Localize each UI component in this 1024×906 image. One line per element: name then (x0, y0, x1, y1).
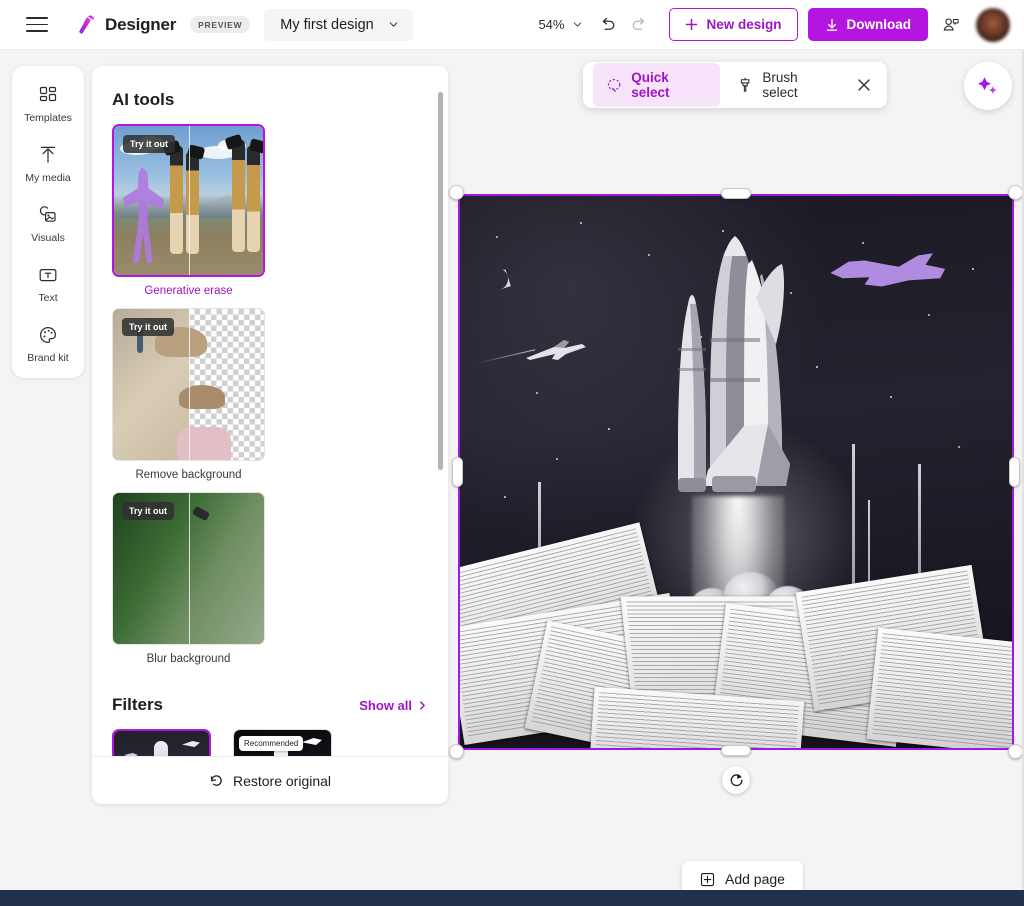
left-tool-rail: Templates My media Visuals Text Brand ki… (12, 66, 84, 378)
panel-scroll-area: AI tools Try it out Generative erase Try… (92, 66, 448, 756)
try-it-out-badge: Try it out (122, 318, 174, 336)
header-actions: 54% New design Download (530, 7, 1024, 42)
filters-grid: Normal Recommended Punch (112, 729, 428, 756)
preview-badge: PREVIEW (190, 16, 251, 33)
brush-icon (740, 77, 750, 92)
upload-arrow-icon (41, 146, 55, 163)
restore-undo-icon (210, 775, 222, 786)
brand-name: Designer (105, 14, 177, 34)
sidebar-item-label: My media (25, 172, 71, 184)
undo-icon[interactable] (591, 9, 623, 41)
visuals-image-icon (39, 206, 56, 222)
add-page-label: Add page (725, 871, 785, 887)
filter-card-normal[interactable]: Normal (112, 729, 211, 756)
ai-tool-thumbnail: Try it out (112, 308, 265, 461)
ai-tool-card-blur-background[interactable]: Try it out Blur background (112, 492, 265, 665)
resize-handle-middle-right[interactable] (1009, 457, 1020, 487)
templates-grid-icon (39, 86, 57, 102)
ai-tools-grid: Try it out Generative erase Try it out R… (112, 124, 428, 665)
rotate-icon[interactable] (722, 766, 750, 794)
filter-card-punch[interactable]: Recommended Punch (233, 729, 332, 756)
resize-handle-bottom-left[interactable] (449, 744, 464, 759)
app-header: Designer PREVIEW My first design 54% New… (0, 0, 1024, 50)
filters-header: Filters Show all (112, 695, 428, 715)
resize-handle-bottom-center[interactable] (721, 745, 751, 756)
jet-plane (476, 334, 590, 365)
ai-tool-card-remove-background[interactable]: Try it out Remove background (112, 308, 265, 481)
plus-box-icon (700, 872, 715, 886)
ai-tool-thumbnail: Try it out (112, 124, 265, 277)
ai-tool-thumbnail: Try it out (112, 492, 265, 645)
chevron-down-icon (389, 22, 397, 27)
selection-toolbar: Quick select Brush select (583, 62, 887, 108)
redo-icon[interactable] (623, 9, 655, 41)
designer-app: Designer PREVIEW My first design 54% New… (0, 0, 1024, 906)
designer-logo-icon (79, 14, 95, 34)
sidebar-item-templates[interactable]: Templates (16, 82, 80, 126)
sidebar-item-brand-kit[interactable]: Brand kit (16, 322, 80, 366)
quick-select-label: Quick select (631, 70, 670, 100)
hamburger-icon[interactable] (26, 12, 52, 38)
filter-thumbnail: Recommended (233, 729, 332, 756)
resize-handle-middle-left[interactable] (452, 457, 463, 487)
brand: Designer (74, 13, 176, 37)
os-taskbar (0, 890, 1024, 906)
filter-thumbnail (112, 729, 211, 756)
ai-tools-panel: AI tools Try it out Generative erase Try… (92, 66, 448, 804)
filter-recommended-badge: Recommended (239, 736, 304, 751)
canvas-selection[interactable] (449, 185, 1023, 759)
sidebar-item-my-media[interactable]: My media (16, 142, 80, 186)
sidebar-item-text[interactable]: Text (16, 262, 80, 306)
resize-handle-top-right[interactable] (1008, 185, 1023, 200)
sidebar-item-label: Text (38, 292, 58, 304)
close-icon[interactable] (850, 71, 877, 99)
ai-tool-card-generative-erase[interactable]: Try it out Generative erase (112, 124, 265, 297)
sidebar-item-label: Brand kit (27, 352, 69, 364)
ai-tools-title: AI tools (112, 90, 175, 109)
restore-original-label: Restore original (232, 772, 332, 789)
zoom-level-value: 54% (538, 17, 565, 32)
restore-original-button[interactable]: Restore original (92, 756, 448, 804)
show-all-filters-button[interactable]: Show all (359, 698, 428, 713)
resize-handle-bottom-right[interactable] (1008, 744, 1023, 759)
avatar[interactable] (976, 7, 1010, 42)
sparkle-icon[interactable] (964, 62, 1012, 110)
lasso-select-icon (607, 78, 621, 92)
try-it-out-badge: Try it out (123, 135, 175, 153)
brush-select-button[interactable]: Brush select (724, 63, 846, 107)
palette-icon (40, 326, 57, 344)
sidebar-item-label: Visuals (31, 232, 65, 244)
chevron-right-icon (420, 701, 425, 710)
plus-icon (686, 18, 698, 31)
download-label: Download (846, 17, 912, 32)
show-all-label: Show all (359, 698, 412, 713)
newspaper (866, 627, 1012, 748)
panel-scrollbar[interactable] (438, 92, 443, 470)
chevron-down-icon (574, 22, 582, 27)
resize-handle-top-center[interactable] (721, 188, 751, 199)
new-design-button[interactable]: New design (669, 8, 798, 41)
document-title-dropdown[interactable]: My first design (264, 8, 413, 41)
share-people-icon[interactable] (934, 8, 968, 42)
new-design-label: New design (706, 17, 782, 32)
download-icon (826, 18, 837, 31)
canvas-image[interactable] (458, 194, 1014, 750)
ai-tool-label: Blur background (146, 653, 231, 665)
sidebar-item-visuals[interactable]: Visuals (16, 202, 80, 246)
document-title-text: My first design (280, 16, 374, 33)
resize-handle-top-left[interactable] (449, 185, 464, 200)
sidebar-item-label: Templates (24, 112, 72, 124)
try-it-out-badge: Try it out (122, 502, 174, 520)
filters-title: Filters (112, 695, 164, 714)
zoom-level-control[interactable]: 54% (530, 11, 591, 38)
ai-tool-label: Remove background (135, 469, 242, 481)
space-shuttle (656, 218, 816, 548)
quick-select-button[interactable]: Quick select (593, 63, 721, 107)
ai-tool-label: Generative erase (144, 285, 233, 297)
download-button[interactable]: Download (807, 8, 928, 41)
brush-select-label: Brush select (762, 70, 798, 100)
text-box-icon (39, 268, 57, 282)
